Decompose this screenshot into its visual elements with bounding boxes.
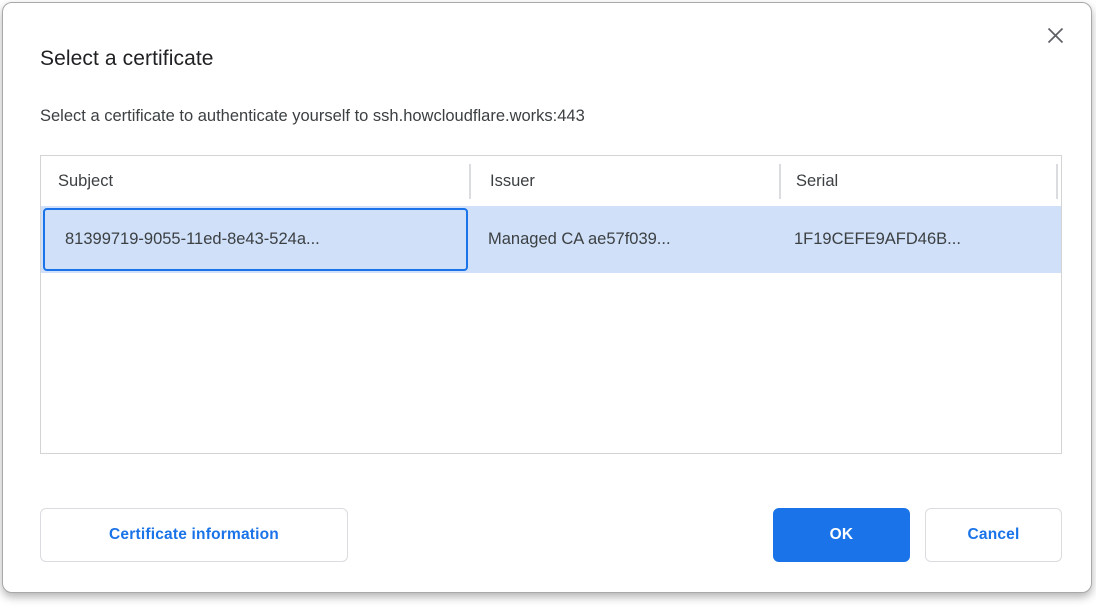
column-divider bbox=[779, 164, 781, 199]
dialog-subtitle: Select a certificate to authenticate you… bbox=[40, 107, 585, 126]
certificate-table: Subject Issuer Serial 81399719-9055-11ed… bbox=[40, 155, 1062, 454]
column-divider bbox=[1056, 164, 1058, 199]
table-header: Subject Issuer Serial bbox=[41, 156, 1061, 206]
close-button[interactable] bbox=[1041, 23, 1069, 51]
cancel-button[interactable]: Cancel bbox=[925, 508, 1062, 562]
column-divider bbox=[469, 164, 471, 199]
cell-serial[interactable]: 1F19CEFE9AFD46B... bbox=[780, 230, 1057, 249]
column-header-subject[interactable]: Subject bbox=[41, 172, 470, 191]
cell-issuer[interactable]: Managed CA ae57f039... bbox=[468, 230, 780, 249]
table-row[interactable]: 81399719-9055-11ed-8e43-524a... Managed … bbox=[41, 206, 1061, 273]
certificate-select-dialog: Select a certificate Select a certificat… bbox=[2, 2, 1092, 593]
close-icon bbox=[1046, 26, 1065, 48]
column-header-serial[interactable]: Serial bbox=[780, 172, 1057, 191]
certificate-information-button[interactable]: Certificate information bbox=[40, 508, 348, 562]
cell-subject[interactable]: 81399719-9055-11ed-8e43-524a... bbox=[43, 208, 468, 271]
page-title: Select a certificate bbox=[40, 47, 214, 71]
ok-button[interactable]: OK bbox=[773, 508, 910, 562]
column-header-issuer[interactable]: Issuer bbox=[470, 172, 780, 191]
